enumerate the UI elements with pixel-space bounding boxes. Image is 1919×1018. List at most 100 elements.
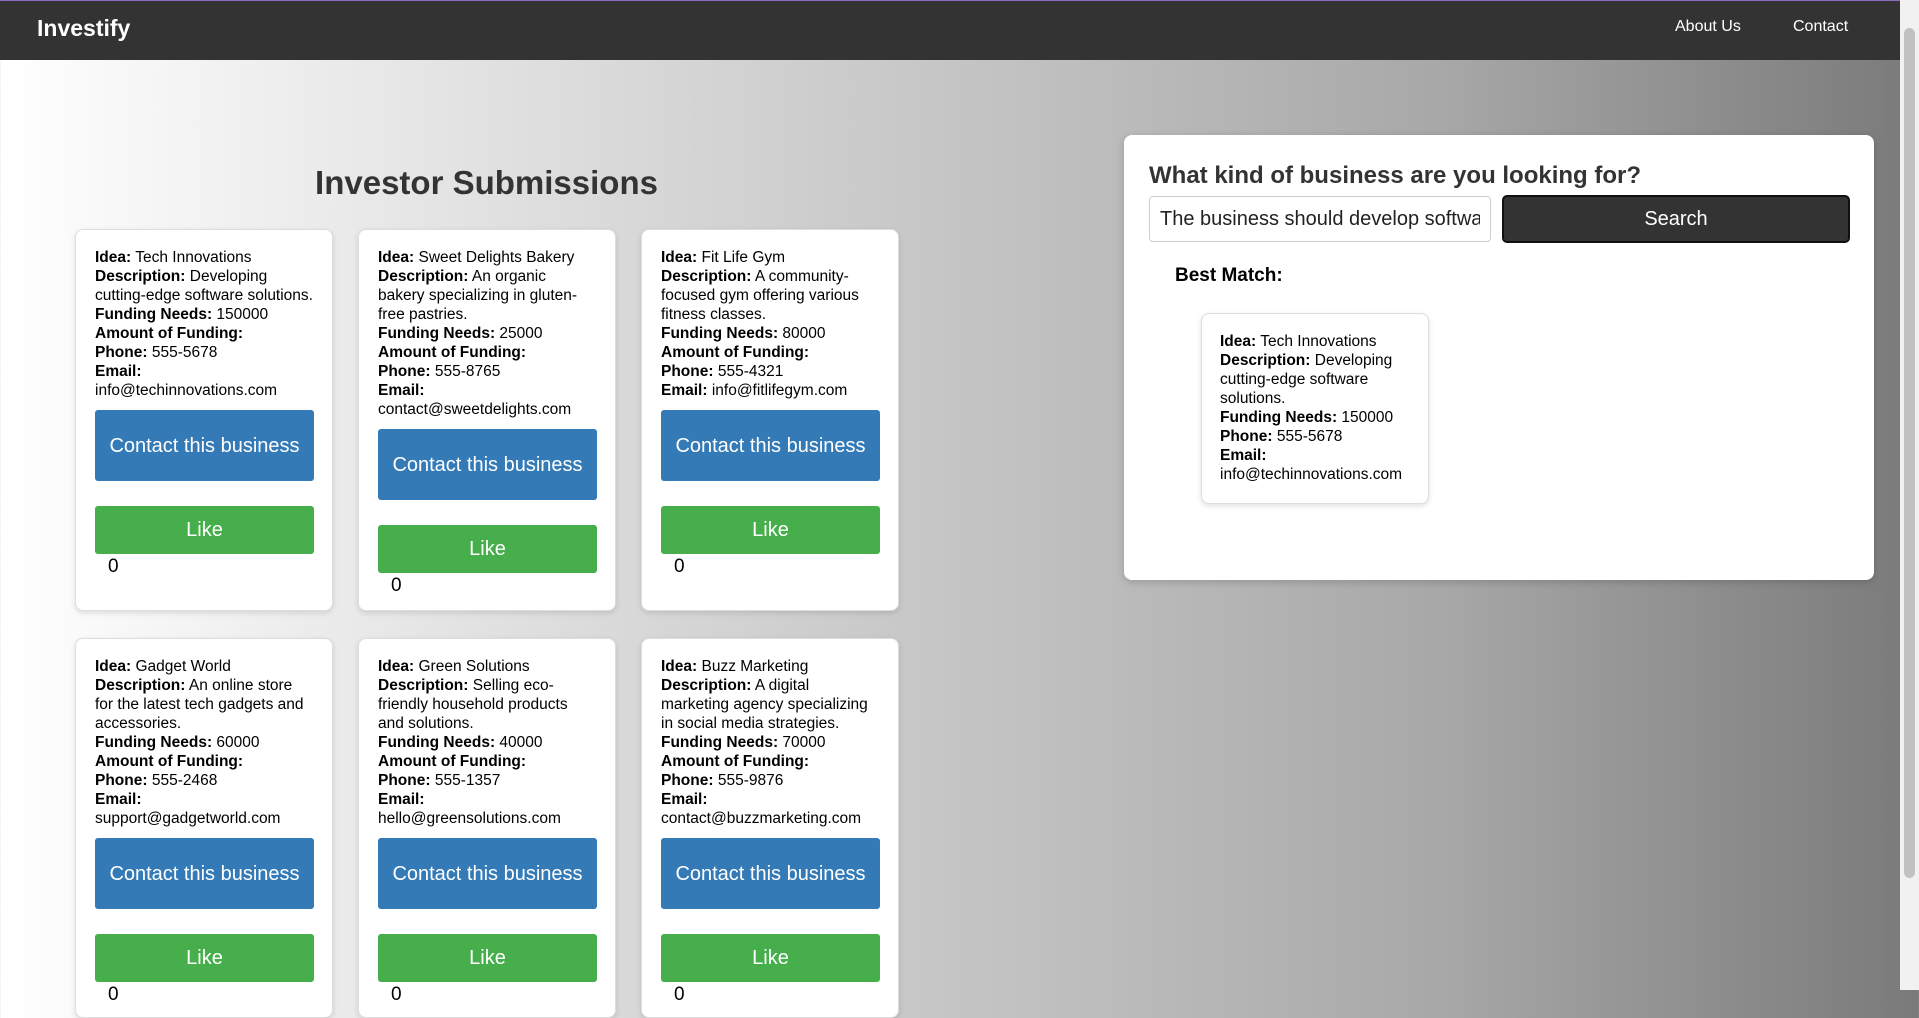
phone-value: 555-5678 — [1276, 428, 1343, 445]
like-button[interactable]: Like — [378, 934, 597, 982]
brand-logo[interactable]: Investify — [37, 15, 130, 42]
search-panel: What kind of business are you looking fo… — [1124, 135, 1874, 580]
idea-label: Idea: — [1220, 333, 1257, 350]
email-label: Email: — [95, 363, 142, 380]
amount-of-funding-label: Amount of Funding: — [378, 753, 527, 770]
idea-value: Sweet Delights Bakery — [418, 249, 575, 266]
idea-value: Green Solutions — [418, 658, 530, 675]
description-label: Description: — [661, 268, 752, 285]
best-match-card: Idea: Tech Innovations Description: Deve… — [1201, 313, 1429, 504]
amount-of-funding-label: Amount of Funding: — [378, 344, 527, 361]
email-value: contact@buzzmarketing.com — [661, 810, 862, 827]
funding-needs-value: 25000 — [499, 325, 543, 342]
like-count: 0 — [108, 556, 119, 577]
phone-value: 555-1357 — [434, 772, 501, 789]
funding-needs-value: 150000 — [216, 306, 269, 323]
scrollbar-thumb[interactable] — [1904, 28, 1915, 878]
phone-label: Phone: — [378, 363, 431, 380]
phone-label: Phone: — [661, 772, 714, 789]
contact-business-button[interactable]: Contact this business — [661, 838, 880, 909]
submission-card: Idea: Green Solutions Description: Selli… — [358, 638, 616, 1018]
email-label: Email: — [661, 382, 708, 399]
email-value: hello@greensolutions.com — [378, 810, 561, 827]
search-input[interactable] — [1149, 196, 1491, 242]
phone-value: 555-8765 — [434, 363, 501, 380]
idea-value: Tech Innovations — [135, 249, 252, 266]
funding-needs-label: Funding Needs: — [95, 734, 213, 751]
amount-of-funding-label: Amount of Funding: — [95, 325, 244, 342]
email-label: Email: — [661, 791, 708, 808]
nav-link-about-us[interactable]: About Us — [1675, 18, 1741, 36]
contact-business-button[interactable]: Contact this business — [378, 429, 597, 500]
description-label: Description: — [1220, 352, 1311, 369]
funding-needs-label: Funding Needs: — [1220, 409, 1338, 426]
like-count: 0 — [674, 984, 685, 1005]
email-value: contact@sweetdelights.com — [378, 401, 572, 418]
vertical-scrollbar[interactable] — [1900, 0, 1919, 990]
phone-label: Phone: — [95, 344, 148, 361]
funding-needs-value: 150000 — [1341, 409, 1394, 426]
submission-card: Idea: Sweet Delights Bakery Description:… — [358, 229, 616, 611]
idea-value: Fit Life Gym — [701, 249, 786, 266]
idea-label: Idea: — [661, 658, 698, 675]
idea-label: Idea: — [378, 658, 415, 675]
like-count: 0 — [391, 575, 402, 596]
email-label: Email: — [378, 382, 425, 399]
contact-business-button[interactable]: Contact this business — [661, 410, 880, 481]
amount-of-funding-label: Amount of Funding: — [95, 753, 244, 770]
email-value: info@fitlifegym.com — [711, 382, 848, 399]
like-button[interactable]: Like — [661, 934, 880, 982]
search-prompt-title: What kind of business are you looking fo… — [1149, 162, 1642, 189]
page-title: Investor Submissions — [315, 164, 658, 201]
email-label: Email: — [378, 791, 425, 808]
email-value: info@techinnovations.com — [1220, 466, 1403, 483]
funding-needs-label: Funding Needs: — [661, 325, 779, 342]
email-value: info@techinnovations.com — [95, 382, 278, 399]
submission-card: Idea: Buzz Marketing Description: A digi… — [641, 638, 899, 1018]
search-button[interactable]: Search — [1502, 195, 1850, 243]
like-button[interactable]: Like — [378, 525, 597, 573]
funding-needs-label: Funding Needs: — [661, 734, 779, 751]
funding-needs-value: 60000 — [216, 734, 260, 751]
submission-card: Idea: Gadget World Description: An onlin… — [75, 638, 333, 1018]
phone-label: Phone: — [661, 363, 714, 380]
description-label: Description: — [661, 677, 752, 694]
like-button[interactable]: Like — [661, 506, 880, 554]
like-count: 0 — [674, 556, 685, 577]
idea-label: Idea: — [661, 249, 698, 266]
phone-value: 555-9876 — [717, 772, 784, 789]
like-button[interactable]: Like — [95, 934, 314, 982]
idea-value: Buzz Marketing — [701, 658, 809, 675]
amount-of-funding-label: Amount of Funding: — [661, 344, 810, 361]
contact-business-button[interactable]: Contact this business — [378, 838, 597, 909]
funding-needs-value: 70000 — [782, 734, 826, 751]
phone-value: 555-4321 — [717, 363, 784, 380]
contact-business-button[interactable]: Contact this business — [95, 410, 314, 481]
email-value: support@gadgetworld.com — [95, 810, 281, 827]
top-navbar: Investify About Us Contact — [0, 1, 1919, 60]
submission-card: Idea: Fit Life Gym Description: A commun… — [641, 229, 899, 611]
phone-value: 555-2468 — [151, 772, 218, 789]
idea-value: Tech Innovations — [1260, 333, 1377, 350]
nav-link-contact[interactable]: Contact — [1793, 18, 1848, 36]
phone-label: Phone: — [95, 772, 148, 789]
contact-business-button[interactable]: Contact this business — [95, 838, 314, 909]
funding-needs-value: 80000 — [782, 325, 826, 342]
submission-card: Idea: Tech Innovations Description: Deve… — [75, 229, 333, 611]
funding-needs-value: 40000 — [499, 734, 543, 751]
description-label: Description: — [378, 268, 469, 285]
idea-label: Idea: — [378, 249, 415, 266]
description-label: Description: — [378, 677, 469, 694]
phone-label: Phone: — [1220, 428, 1273, 445]
email-label: Email: — [95, 791, 142, 808]
funding-needs-label: Funding Needs: — [95, 306, 213, 323]
description-label: Description: — [95, 677, 186, 694]
idea-value: Gadget World — [135, 658, 231, 675]
like-count: 0 — [108, 984, 119, 1005]
funding-needs-label: Funding Needs: — [378, 734, 496, 751]
like-button[interactable]: Like — [95, 506, 314, 554]
amount-of-funding-label: Amount of Funding: — [661, 753, 810, 770]
funding-needs-label: Funding Needs: — [378, 325, 496, 342]
phone-value: 555-5678 — [151, 344, 218, 361]
description-label: Description: — [95, 268, 186, 285]
